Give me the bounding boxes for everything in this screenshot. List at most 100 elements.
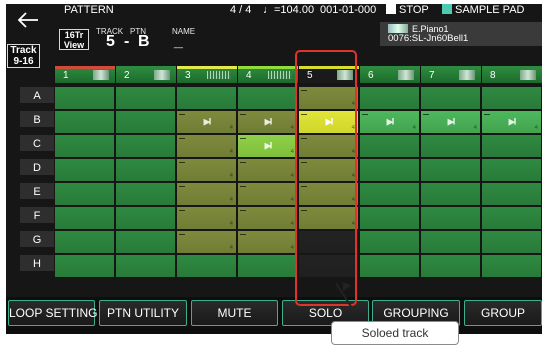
row-label-a[interactable]: A — [20, 87, 54, 106]
track-header-6[interactable]: 6 — [359, 66, 420, 83]
pattern-cell-6-b[interactable]: 4 ▶II — [360, 111, 419, 133]
tone-thumbnail-icon — [154, 70, 170, 80]
pattern-cell-2-b[interactable] — [116, 111, 175, 133]
pattern-cell-3-f[interactable]: 4 — [177, 207, 236, 229]
track-header-3[interactable]: 3 — [176, 66, 237, 83]
loop-start-marker — [179, 210, 185, 211]
16tr-view-line2: View — [63, 40, 85, 50]
pattern-cell-3-b[interactable]: 4 ▶II — [177, 111, 236, 133]
pattern-cell-3-h[interactable] — [177, 255, 236, 277]
pattern-cell-7-b[interactable]: 4 ▶II — [421, 111, 480, 133]
ptn-utility-button[interactable]: PTN UTILITY — [99, 300, 187, 326]
pattern-cell-4-g[interactable]: 4 — [238, 231, 297, 253]
row-label-f[interactable]: F — [20, 207, 54, 226]
track-group-button[interactable]: Track 9-16 — [7, 44, 40, 68]
row-label-g[interactable]: G — [20, 231, 54, 250]
pattern-cell-8-e[interactable] — [482, 183, 541, 205]
loop-start-marker — [240, 234, 246, 235]
pattern-cell-7-a[interactable] — [421, 87, 480, 109]
track-header-1[interactable]: 1 — [54, 66, 115, 83]
track-header-8[interactable]: 8 — [481, 66, 542, 83]
track-number: 6 — [368, 70, 374, 81]
pattern-cell-4-e[interactable]: 4 — [238, 183, 297, 205]
pattern-cell-4-h[interactable] — [238, 255, 297, 277]
pattern-cell-7-e[interactable] — [421, 183, 480, 205]
track-color-strip — [360, 66, 420, 69]
pattern-cell-7-h[interactable] — [421, 255, 480, 277]
lcd-display: PATTERN 4 / 4 ♩=104.00 001-01-000 STOP S… — [6, 4, 542, 334]
pattern-cell-6-a[interactable] — [360, 87, 419, 109]
sample-pad-button[interactable]: SAMPLE PAD — [442, 4, 525, 17]
track-color-strip — [238, 66, 298, 69]
pattern-cell-6-e[interactable] — [360, 183, 419, 205]
stop-icon — [386, 4, 396, 14]
row-label-b[interactable]: B — [20, 111, 54, 130]
pattern-cell-1-b[interactable] — [55, 111, 114, 133]
loop-end-marker: 4 — [229, 221, 233, 227]
pattern-cell-7-f[interactable] — [421, 207, 480, 229]
pattern-cell-1-a[interactable] — [55, 87, 114, 109]
pattern-cell-6-c[interactable] — [360, 135, 419, 157]
pattern-cell-2-d[interactable] — [116, 159, 175, 181]
pattern-cell-4-d[interactable]: 4 — [238, 159, 297, 181]
pattern-cell-8-a[interactable] — [482, 87, 541, 109]
pattern-cell-2-f[interactable] — [116, 207, 175, 229]
pattern-cell-1-f[interactable] — [55, 207, 114, 229]
track-value: 5 — [106, 33, 115, 50]
pattern-cell-8-f[interactable] — [482, 207, 541, 229]
play-pause-icon: ▶II — [447, 116, 456, 127]
pattern-cell-7-g[interactable] — [421, 231, 480, 253]
pattern-cell-8-g[interactable] — [482, 231, 541, 253]
row-label-d[interactable]: D — [20, 159, 54, 178]
row-label-c[interactable]: C — [20, 135, 54, 154]
pattern-cell-2-c[interactable] — [116, 135, 175, 157]
pattern-cell-8-d[interactable] — [482, 159, 541, 181]
pattern-cell-3-d[interactable]: 4 — [177, 159, 236, 181]
play-pause-icon: ▶II — [386, 116, 395, 127]
pattern-cell-4-c[interactable]: 4 ▶II — [238, 135, 297, 157]
row-label-e[interactable]: E — [20, 183, 54, 202]
pattern-cell-1-h[interactable] — [55, 255, 114, 277]
back-arrow-icon — [17, 11, 38, 28]
pattern-cell-2-e[interactable] — [116, 183, 175, 205]
track-header-4[interactable]: 4 — [237, 66, 298, 83]
pattern-cell-6-d[interactable] — [360, 159, 419, 181]
pattern-cell-7-d[interactable] — [421, 159, 480, 181]
loop-end-marker: 4 — [412, 125, 416, 131]
instrument-panel[interactable]: E.Piano1 0076:SL-Jn60Bell1 — [380, 22, 542, 46]
track-color-strip — [482, 66, 542, 69]
track-number: 3 — [185, 70, 191, 81]
pattern-cell-8-c[interactable] — [482, 135, 541, 157]
group-button[interactable]: GROUP — [464, 300, 542, 326]
16tr-view-button[interactable]: 16Tr View — [59, 29, 89, 50]
pattern-cell-3-e[interactable]: 4 — [177, 183, 236, 205]
pattern-cell-1-d[interactable] — [55, 159, 114, 181]
pattern-cell-2-h[interactable] — [116, 255, 175, 277]
loop-end-marker: 4 — [290, 149, 294, 155]
pattern-cell-6-h[interactable] — [360, 255, 419, 277]
row-label-h[interactable]: H — [20, 255, 54, 274]
pattern-cell-8-b[interactable]: 4 ▶II — [482, 111, 541, 133]
pattern-cell-1-e[interactable] — [55, 183, 114, 205]
track-header-7[interactable]: 7 — [420, 66, 481, 83]
pattern-cell-7-c[interactable] — [421, 135, 480, 157]
pattern-cell-6-f[interactable] — [360, 207, 419, 229]
pattern-cell-4-f[interactable]: 4 — [238, 207, 297, 229]
pattern-cell-3-a[interactable] — [177, 87, 236, 109]
back-button[interactable] — [6, 4, 50, 35]
track-number: 8 — [490, 70, 496, 81]
pattern-cell-4-a[interactable] — [238, 87, 297, 109]
pattern-cell-2-g[interactable] — [116, 231, 175, 253]
mute-button[interactable]: MUTE — [191, 300, 278, 326]
loop-setting-button[interactable]: LOOP SETTING — [8, 300, 97, 326]
pattern-cell-8-h[interactable] — [482, 255, 541, 277]
pattern-cell-2-a[interactable] — [116, 87, 175, 109]
pattern-cell-3-c[interactable]: 4 — [177, 135, 236, 157]
pattern-cell-6-g[interactable] — [360, 231, 419, 253]
track-number: 1 — [63, 70, 69, 81]
track-header-2[interactable]: 2 — [115, 66, 176, 83]
pattern-cell-1-c[interactable] — [55, 135, 114, 157]
pattern-cell-3-g[interactable]: 4 — [177, 231, 236, 253]
pattern-cell-4-b[interactable]: 4 ▶II — [238, 111, 297, 133]
pattern-cell-1-g[interactable] — [55, 231, 114, 253]
